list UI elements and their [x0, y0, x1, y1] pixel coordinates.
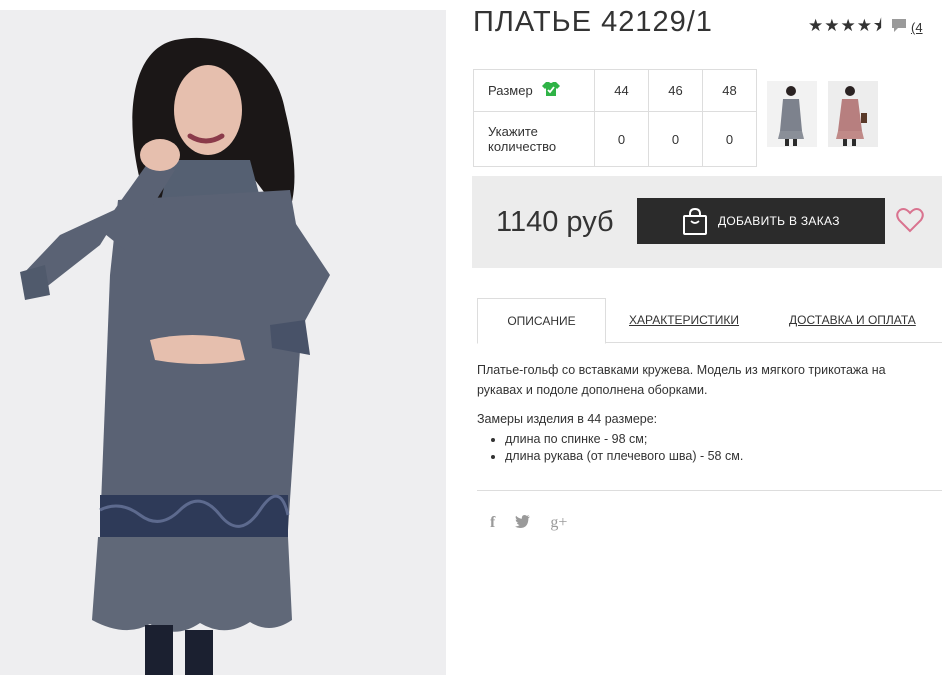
product-main-photo[interactable] — [0, 10, 446, 675]
share-links: f g+ — [490, 514, 567, 532]
quantity-input-46[interactable]: 0 — [648, 111, 703, 167]
purchase-panel: 1140 руб ДОБАВИТЬ В ЗАКАЗ — [472, 176, 942, 268]
size-option-48[interactable]: 48 — [702, 69, 757, 112]
add-to-order-button[interactable]: ДОБАВИТЬ В ЗАКАЗ — [637, 198, 885, 244]
list-item: длина рукава (от плечевого шва) - 58 см. — [505, 448, 932, 465]
description-text: Платье-гольф со вставками кружева. Модел… — [477, 363, 886, 397]
tab-characteristics[interactable]: ХАРАКТЕРИСТИКИ — [629, 298, 739, 342]
quantity-input-44[interactable]: 0 — [594, 111, 649, 167]
product-price: 1140 руб — [496, 206, 614, 238]
measures-list: длина по спинке - 98 см; длина рукава (о… — [477, 431, 932, 465]
dress-photo-illustration — [0, 10, 446, 675]
comment-icon[interactable] — [891, 17, 907, 38]
description-panel: Платье-гольф со вставками кружева. Модел… — [477, 360, 932, 465]
thumbnail-pink-dress[interactable] — [828, 81, 878, 147]
googleplus-icon[interactable]: g+ — [550, 514, 567, 532]
tab-delivery-payment[interactable]: ДОСТАВКА И ОПЛАТА — [789, 298, 916, 342]
quantity-input-48[interactable]: 0 — [702, 111, 757, 167]
product-rating: ★★★★⯨ (4 — [808, 13, 923, 42]
quantity-row: Укажите количество 0 0 0 — [473, 111, 757, 167]
tabs-baseline — [605, 342, 942, 343]
heart-icon[interactable] — [896, 207, 924, 238]
product-tabs: ОПИСАНИЕ ХАРАКТЕРИСТИКИ ДОСТАВКА И ОПЛАТ… — [477, 298, 942, 344]
size-label: Размер — [488, 83, 533, 98]
tab-description[interactable]: ОПИСАНИЕ — [477, 298, 606, 344]
size-option-44[interactable]: 44 — [594, 69, 649, 112]
product-title: ПЛАТЬЕ 42129/1 — [473, 6, 713, 38]
quantity-label: Укажите количество — [473, 111, 595, 167]
review-count-link[interactable]: (4 — [911, 20, 923, 35]
twitter-icon[interactable] — [515, 515, 531, 531]
size-row: Размер 44 46 48 — [473, 69, 757, 112]
facebook-icon[interactable]: f — [490, 514, 495, 532]
list-item: длина по спинке - 98 см; — [505, 431, 932, 448]
thumbnail-gray-dress[interactable] — [767, 81, 817, 147]
measures-title: Замеры изделия в 44 размере: — [477, 412, 658, 426]
divider — [477, 490, 942, 491]
shopping-bag-icon — [682, 207, 708, 239]
size-option-46[interactable]: 46 — [648, 69, 703, 112]
add-to-order-label: ДОБАВИТЬ В ЗАКАЗ — [718, 214, 840, 228]
size-table: Размер 44 46 48 Укажите количество 0 0 0 — [473, 69, 757, 167]
size-label-cell: Размер — [473, 69, 595, 112]
rating-stars[interactable]: ★★★★⯨ — [808, 13, 883, 42]
size-chart-icon[interactable] — [541, 81, 560, 100]
